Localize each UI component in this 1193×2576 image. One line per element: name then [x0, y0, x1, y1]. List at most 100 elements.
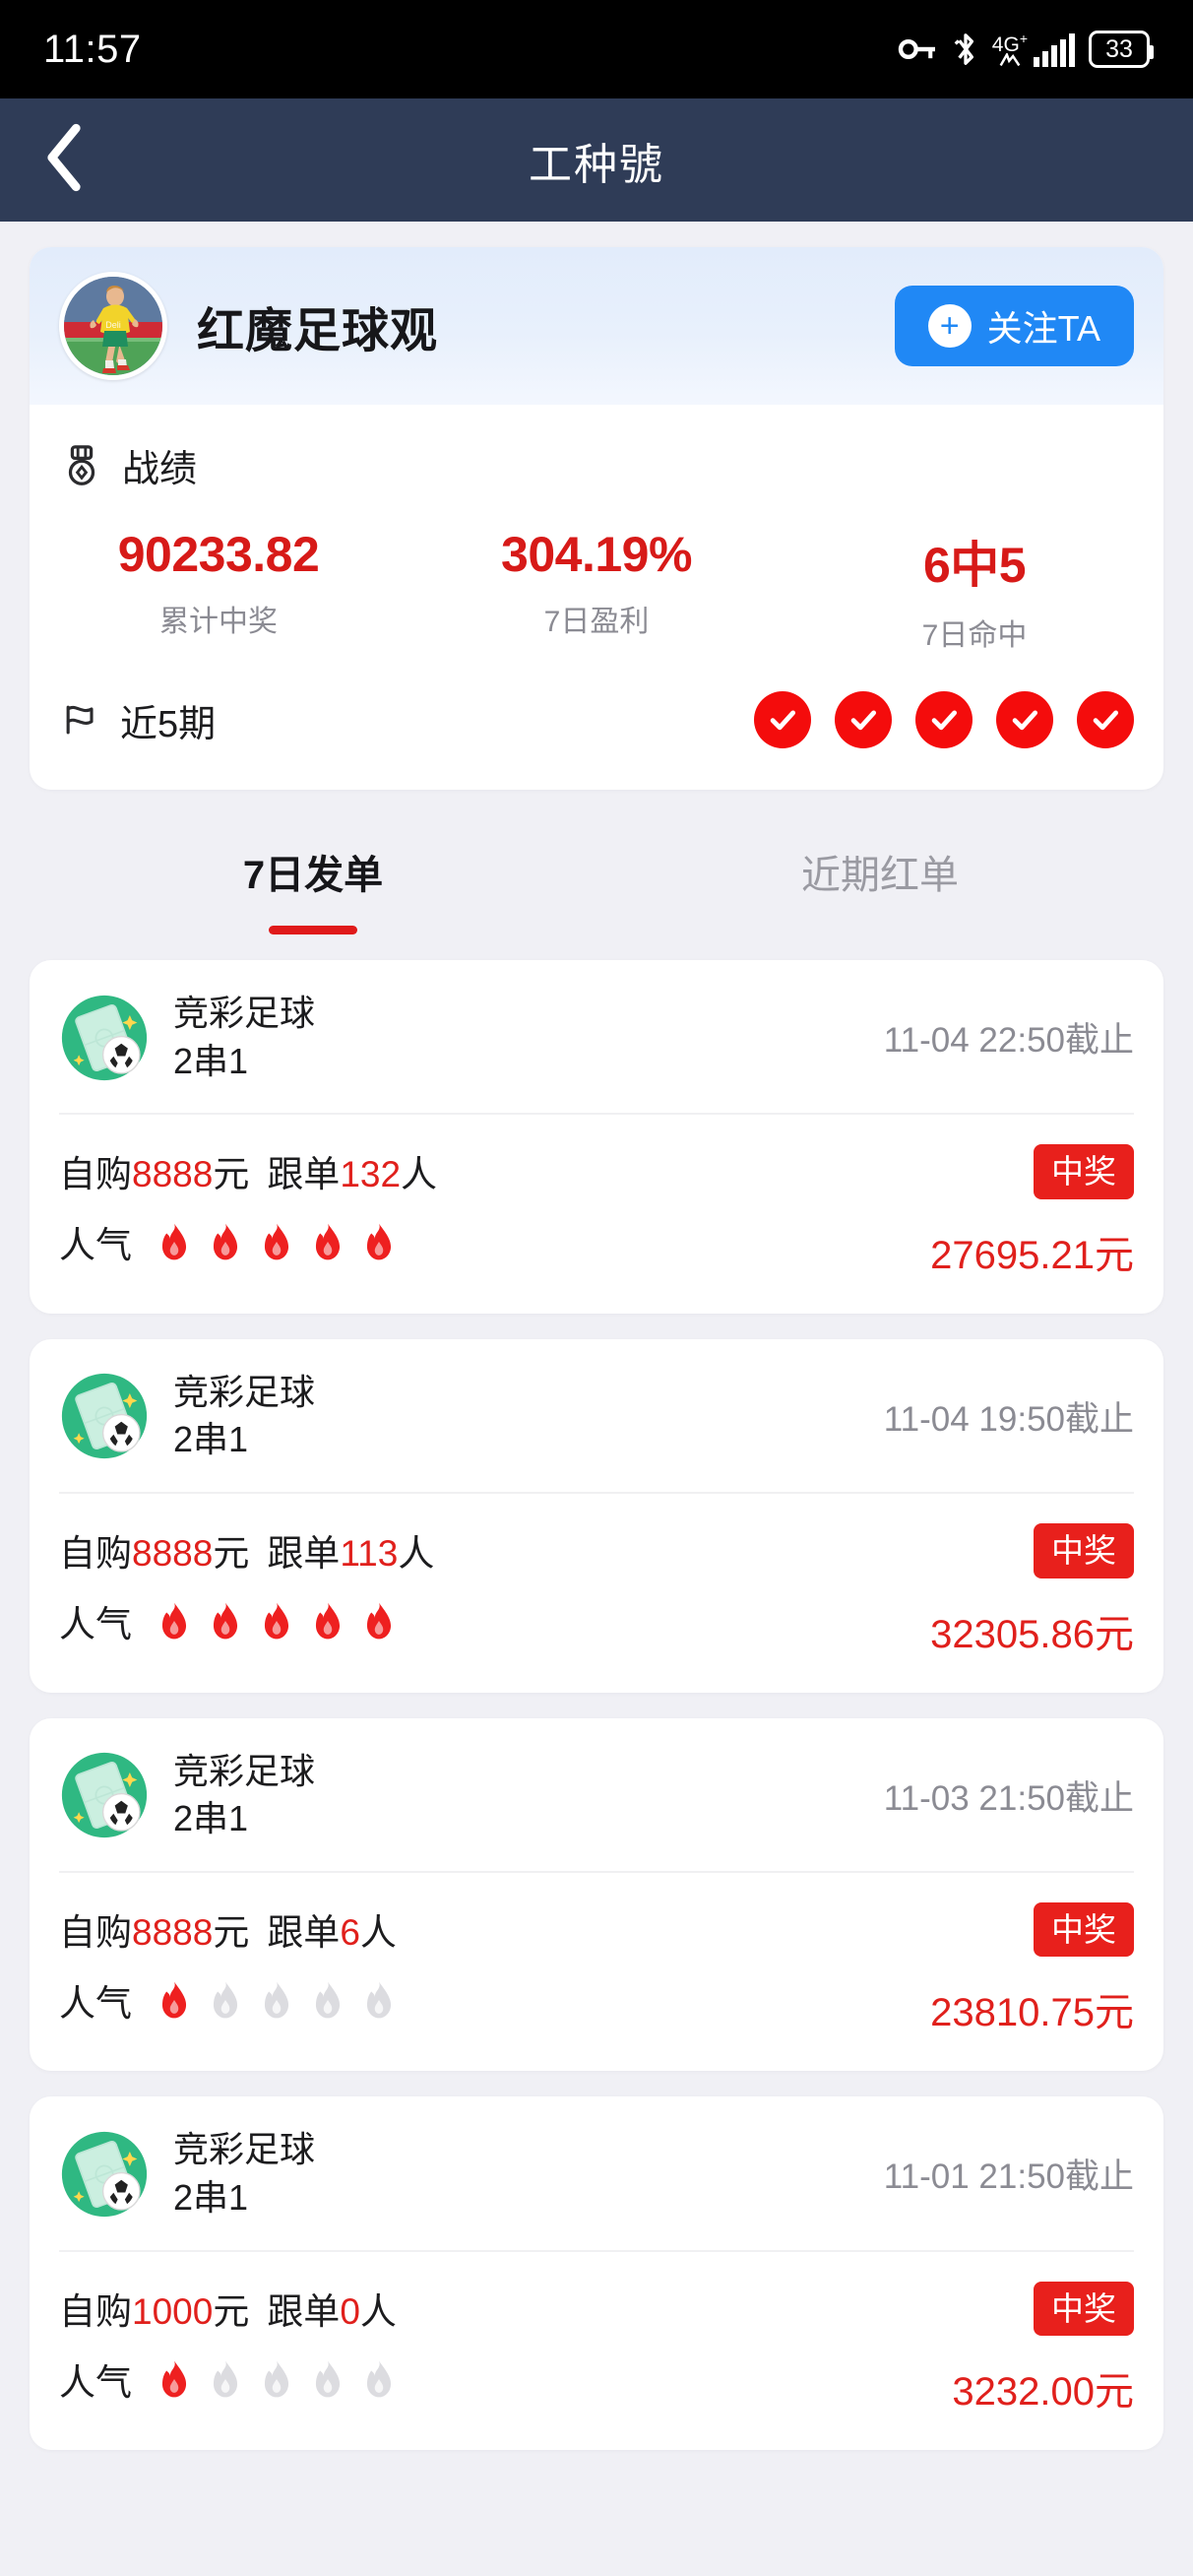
follow-prefix: 跟单	[267, 1532, 341, 1574]
self-buy-amount: 8888	[132, 1154, 214, 1195]
tab-bar: 7日发单 近期红单	[30, 817, 1163, 934]
bet-prize: 32305.86元	[930, 1612, 1134, 1656]
bet-card-header: 竞彩足球 2串1 11-04 22:50截止	[59, 960, 1134, 1116]
tab-label: 7日发单	[242, 854, 384, 897]
popularity-row: 人气	[59, 1594, 930, 1647]
bet-amount-row: 自购8888元 跟单132人	[59, 1144, 930, 1197]
tab-recent-wins[interactable]: 近期红单	[596, 817, 1163, 934]
check-circle-icon	[754, 691, 811, 748]
popularity-row: 人气	[59, 1215, 930, 1268]
soccer-player-avatar: Deli	[64, 277, 162, 375]
bet-prize: 23810.75元	[930, 1991, 1134, 2035]
flame-icon	[260, 2359, 293, 2399]
bet-card[interactable]: 竞彩足球 2串1 11-03 21:50截止 自购8888元 跟单6人 人气 中奖…	[30, 1717, 1163, 2072]
bet-card[interactable]: 竞彩足球 2串1 11-01 21:50截止 自购1000元 跟单0人 人气 中奖…	[30, 2096, 1163, 2451]
soccer-lottery-icon	[59, 1750, 150, 1840]
bet-deadline: 11-04 19:50截止	[883, 1399, 1134, 1439]
flame-icon	[260, 1222, 293, 1261]
record-stats: 90233.82 累计中奖 304.19% 7日盈利 6中5 7日命中	[30, 492, 1163, 666]
bet-game-names: 竞彩足球 2串1	[173, 1369, 315, 1464]
self-buy-prefix: 自购	[59, 1532, 132, 1574]
follow-unit: 人	[359, 2290, 397, 2332]
network-type-label: 4G+	[991, 31, 1028, 56]
follow-prefix: 跟单	[267, 1911, 341, 1953]
record-section-header: 战绩	[30, 405, 1163, 492]
bet-amount-row: 自购1000元 跟单0人	[59, 2282, 952, 2335]
follow-prefix: 跟单	[267, 2290, 341, 2332]
popularity-row: 人气	[59, 1973, 930, 2027]
stat-value: 6中5	[922, 538, 1027, 593]
bet-prize: 3232.00元	[952, 2370, 1134, 2415]
bet-game-name: 竞彩足球	[173, 1750, 316, 1791]
battery-level: 33	[1105, 34, 1133, 63]
soccer-lottery-icon	[59, 993, 150, 1083]
bet-card[interactable]: 竞彩足球 2串1 11-04 22:50截止 自购8888元 跟单132人 人气 …	[30, 960, 1163, 1314]
bet-game-names: 竞彩足球 2串1	[173, 990, 315, 1085]
profile-header: Deli 红魔足球观 + 关注TA	[30, 247, 1163, 405]
bet-combo-type: 2串1	[173, 1419, 249, 1460]
flame-icon	[362, 2359, 396, 2399]
self-buy-amount: 1000	[132, 2290, 214, 2332]
flame-icon	[209, 1601, 242, 1641]
popularity-flames	[157, 1601, 396, 1641]
recent-results-list	[754, 691, 1134, 748]
soccer-lottery-icon	[59, 2129, 150, 2220]
tab-7day-orders[interactable]: 7日发单	[30, 817, 596, 934]
bet-card[interactable]: 竞彩足球 2串1 11-04 19:50截止 自购8888元 跟单113人 人气 …	[30, 1338, 1163, 1693]
self-buy-prefix: 自购	[59, 1154, 132, 1195]
profile-username: 红魔足球观	[197, 305, 439, 357]
flame-icon	[209, 1222, 242, 1261]
follow-count: 113	[340, 1532, 399, 1574]
self-buy-unit: 元	[213, 1532, 250, 1574]
stat-item: 304.19% 7日盈利	[408, 526, 785, 654]
status-time: 11:57	[43, 27, 142, 71]
flag-icon	[59, 698, 102, 741]
popularity-row: 人气	[59, 2352, 952, 2406]
bet-deadline: 11-03 21:50截止	[883, 1778, 1134, 1818]
popularity-flames	[157, 1222, 396, 1261]
bet-card-header: 竞彩足球 2串1 11-01 21:50截止	[59, 2096, 1134, 2252]
popularity-label: 人气	[59, 2361, 132, 2403]
status-badge: 中奖	[1034, 1901, 1134, 1958]
follow-button[interactable]: + 关注TA	[894, 286, 1134, 366]
stat-caption: 累计中奖	[159, 606, 278, 638]
stat-value: 90233.82	[117, 527, 320, 582]
follow-count: 132	[340, 1154, 402, 1195]
follow-prefix: 跟单	[267, 1154, 341, 1195]
bet-game-name: 竞彩足球	[173, 2129, 316, 2170]
bet-game-name: 竞彩足球	[173, 993, 316, 1033]
avatar[interactable]: Deli	[59, 272, 167, 380]
bet-deadline: 11-01 21:50截止	[883, 2157, 1134, 2197]
bet-card-header: 竞彩足球 2串1 11-04 19:50截止	[59, 1339, 1134, 1494]
recent-results-row: 近5期	[30, 666, 1163, 790]
flame-icon	[209, 2359, 242, 2399]
back-button[interactable]	[0, 123, 128, 197]
chevron-left-icon	[43, 123, 85, 197]
bet-combo-type: 2串1	[173, 1040, 249, 1081]
bet-card-header: 竞彩足球 2串1 11-03 21:50截止	[59, 1718, 1134, 1873]
self-buy-amount: 8888	[132, 1532, 214, 1574]
flame-icon	[362, 1601, 396, 1641]
bet-amount-row: 自购8888元 跟单113人	[59, 1523, 930, 1577]
self-buy-prefix: 自购	[59, 1911, 132, 1953]
follow-unit: 人	[359, 1911, 397, 1953]
tab-active-underline	[269, 926, 357, 934]
bluetooth-icon	[953, 31, 978, 68]
status-badge: 中奖	[1034, 2281, 1134, 2337]
bet-combo-type: 2串1	[173, 1798, 249, 1839]
status-bar: 11:57 4G+ 33	[0, 0, 1193, 98]
self-buy-unit: 元	[213, 1154, 250, 1195]
bet-amount-row: 自购8888元 跟单6人	[59, 1902, 930, 1956]
follow-unit: 人	[401, 1154, 438, 1195]
soccer-lottery-icon	[59, 1371, 150, 1461]
flame-icon	[311, 2359, 345, 2399]
bet-prize: 27695.21元	[930, 1233, 1134, 1277]
flame-icon	[209, 1980, 242, 2020]
medal-icon	[59, 443, 104, 488]
bet-game-name: 竞彩足球	[173, 1371, 316, 1412]
signal-icon: 4G+	[992, 32, 1075, 67]
recent-results-label: 近5期	[120, 703, 217, 745]
page-title: 工种號	[529, 140, 664, 189]
flame-icon	[311, 1980, 345, 2020]
bet-combo-type: 2串1	[173, 2176, 249, 2218]
